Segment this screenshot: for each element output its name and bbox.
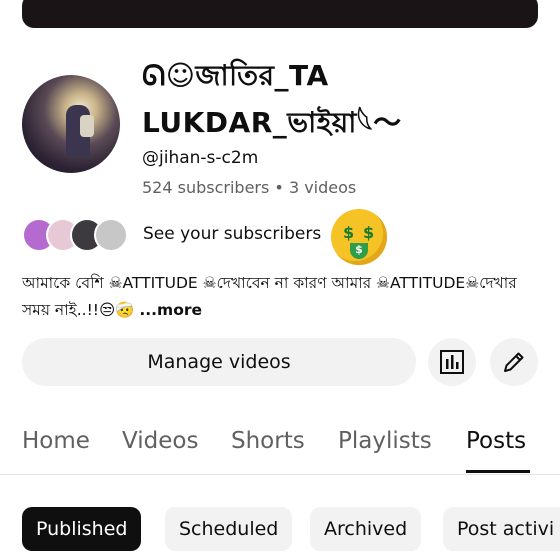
chip-archived[interactable]: Archived <box>310 507 422 551</box>
pencil-icon <box>504 352 524 372</box>
tab-posts[interactable]: Posts <box>466 428 526 454</box>
analytics-button[interactable] <box>428 338 476 386</box>
tab-shorts[interactable]: Shorts <box>231 428 305 454</box>
tab-home[interactable]: Home <box>22 428 90 454</box>
channel-name: ᘏ☺জাতির_TA LUKDAR_ভাইয়া𓆩〜 <box>142 59 402 139</box>
channel-tabs: Home Videos Shorts Playlists Posts <box>0 420 560 475</box>
tab-playlists[interactable]: Playlists <box>338 428 432 454</box>
avatar-figure-shirt <box>80 115 94 137</box>
channel-handle: @jihan-s-c2m <box>142 148 259 168</box>
money-mouth-emoji-icon: $ $ $ <box>331 209 387 265</box>
edit-channel-button[interactable] <box>490 338 538 386</box>
active-tab-indicator <box>466 470 530 473</box>
channel-banner <box>22 0 538 28</box>
channel-avatar[interactable] <box>22 75 120 173</box>
subscriber-avatar <box>94 218 128 252</box>
channel-description-text: আমাকে বেশি ☠ATTITUDE ☠দেখাবেন না কারণ আম… <box>22 274 517 319</box>
channel-description[interactable]: আমাকে বেশি ☠ATTITUDE ☠দেখাবেন না কারণ আম… <box>22 270 542 324</box>
chip-scheduled[interactable]: Scheduled <box>165 507 293 551</box>
analytics-icon <box>440 350 464 374</box>
see-subscribers-label: See your subscribers <box>143 224 322 244</box>
channel-stats: 524 subscribers • 3 videos <box>142 178 357 197</box>
post-filter-chips: Published Scheduled Archived Post activi <box>0 507 560 551</box>
tab-videos[interactable]: Videos <box>122 428 198 454</box>
manage-videos-button[interactable]: Manage videos <box>22 338 416 386</box>
chip-published[interactable]: Published <box>22 507 142 551</box>
chip-post-activity[interactable]: Post activi <box>443 507 560 551</box>
more-link[interactable]: ...more <box>139 301 202 319</box>
